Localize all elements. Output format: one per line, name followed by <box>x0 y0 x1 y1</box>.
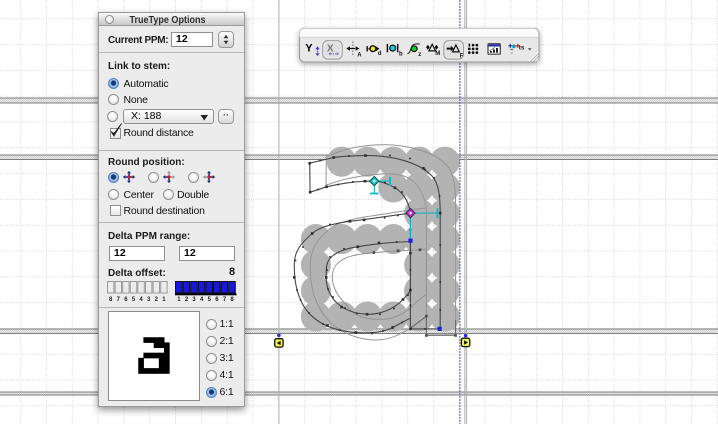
svg-text:A: A <box>357 53 362 59</box>
svg-text:F: F <box>460 54 464 60</box>
svg-text:6: 6 <box>124 297 128 303</box>
svg-text:8: 8 <box>109 297 113 303</box>
svg-text:5: 5 <box>132 297 136 303</box>
svg-text:5: 5 <box>208 297 212 303</box>
svg-text:8: 8 <box>230 297 234 303</box>
svg-text:d: d <box>378 51 382 57</box>
svg-text:ts: ts <box>519 44 525 51</box>
svg-text:b: b <box>399 51 403 57</box>
svg-text:2: 2 <box>185 297 189 303</box>
svg-text:4: 4 <box>200 297 204 303</box>
svg-text:2: 2 <box>155 297 159 303</box>
svg-text:M: M <box>435 51 440 57</box>
svg-text:Y: Y <box>305 43 313 55</box>
svg-text:z: z <box>418 52 421 58</box>
svg-text:6: 6 <box>215 297 219 303</box>
svg-text:4: 4 <box>139 297 143 303</box>
svg-text:3: 3 <box>147 297 151 303</box>
svg-text:7: 7 <box>117 297 121 303</box>
svg-text:3: 3 <box>192 297 196 303</box>
svg-text:7: 7 <box>223 297 227 303</box>
svg-text:1: 1 <box>177 297 181 303</box>
svg-text:1: 1 <box>162 297 166 303</box>
